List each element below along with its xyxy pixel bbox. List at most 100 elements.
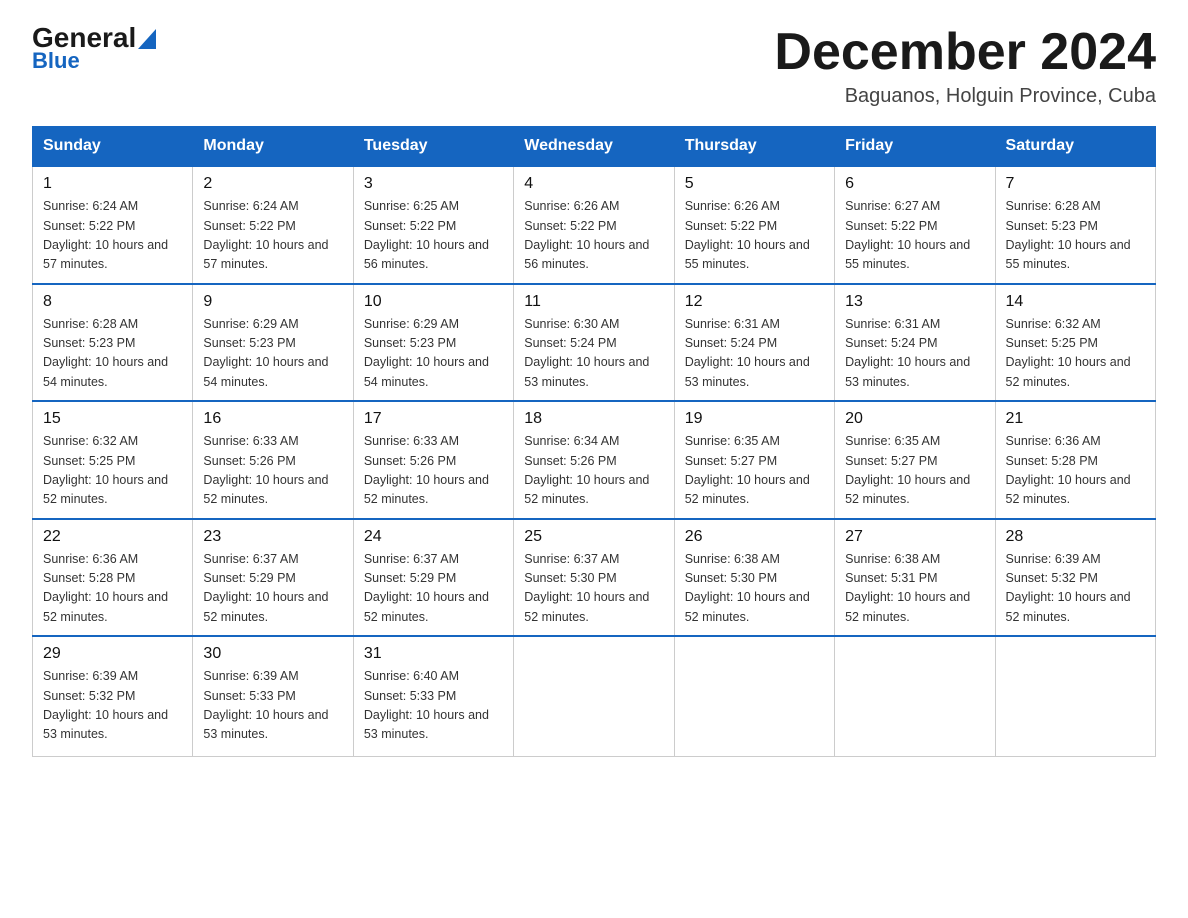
calendar-cell: 2 Sunrise: 6:24 AMSunset: 5:22 PMDaylight… (193, 166, 353, 284)
calendar-cell: 5 Sunrise: 6:26 AMSunset: 5:22 PMDaylight… (674, 166, 834, 284)
calendar-cell: 31 Sunrise: 6:40 AMSunset: 5:33 PMDayligh… (353, 636, 513, 756)
calendar-cell: 10Sunrise: 6:29 AMSunset: 5:23 PMDayligh… (353, 284, 513, 402)
calendar-cell: 25Sunrise: 6:37 AMSunset: 5:30 PMDayligh… (514, 519, 674, 637)
calendar-cell: 20 Sunrise: 6:35 AMSunset: 5:27 PMDayligh… (835, 401, 995, 519)
day-number: 24 (364, 528, 503, 546)
day-info: Sunrise: 6:39 AMSunset: 5:33 PMDaylight:… (203, 667, 342, 745)
day-info: Sunrise: 6:35 AMSunset: 5:27 PMDaylight:… (845, 432, 984, 510)
calendar-cell: 12Sunrise: 6:31 AMSunset: 5:24 PMDayligh… (674, 284, 834, 402)
logo-blue-text: Blue (32, 50, 80, 72)
day-number: 16 (203, 410, 342, 428)
calendar-cell (835, 636, 995, 756)
day-number: 31 (364, 645, 503, 663)
calendar-cell: 29Sunrise: 6:39 AMSunset: 5:32 PMDayligh… (33, 636, 193, 756)
day-number: 27 (845, 528, 984, 546)
day-info: Sunrise: 6:31 AMSunset: 5:24 PMDaylight:… (685, 315, 824, 393)
calendar-header-row: SundayMondayTuesdayWednesdayThursdayFrid… (33, 127, 1156, 167)
logo: General Blue (32, 24, 156, 72)
day-info: Sunrise: 6:38 AMSunset: 5:31 PMDaylight:… (845, 550, 984, 628)
day-number: 11 (524, 293, 663, 311)
day-number: 10 (364, 293, 503, 311)
calendar-cell: 4Sunrise: 6:26 AMSunset: 5:22 PMDaylight… (514, 166, 674, 284)
day-number: 2 (203, 175, 342, 193)
day-number: 15 (43, 410, 182, 428)
day-number: 14 (1006, 293, 1145, 311)
calendar-cell (514, 636, 674, 756)
day-info: Sunrise: 6:36 AMSunset: 5:28 PMDaylight:… (1006, 432, 1145, 510)
day-info: Sunrise: 6:39 AMSunset: 5:32 PMDaylight:… (1006, 550, 1145, 628)
day-info: Sunrise: 6:40 AMSunset: 5:33 PMDaylight:… (364, 667, 503, 745)
day-number: 28 (1006, 528, 1145, 546)
calendar-cell: 15 Sunrise: 6:32 AMSunset: 5:25 PMDayligh… (33, 401, 193, 519)
month-title: December 2024 (774, 24, 1156, 81)
day-info: Sunrise: 6:24 AMSunset: 5:22 PMDaylight:… (203, 197, 342, 275)
calendar-cell: 24 Sunrise: 6:37 AMSunset: 5:29 PMDayligh… (353, 519, 513, 637)
day-number: 30 (203, 645, 342, 663)
day-number: 19 (685, 410, 824, 428)
calendar-cell: 13Sunrise: 6:31 AMSunset: 5:24 PMDayligh… (835, 284, 995, 402)
calendar-cell: 22Sunrise: 6:36 AMSunset: 5:28 PMDayligh… (33, 519, 193, 637)
week-row-4: 22Sunrise: 6:36 AMSunset: 5:28 PMDayligh… (33, 519, 1156, 637)
week-row-2: 8Sunrise: 6:28 AMSunset: 5:23 PMDaylight… (33, 284, 1156, 402)
title-area: December 2024 Baguanos, Holguin Province… (774, 24, 1156, 108)
col-header-friday: Friday (835, 127, 995, 167)
day-number: 23 (203, 528, 342, 546)
day-info: Sunrise: 6:27 AMSunset: 5:22 PMDaylight:… (845, 197, 984, 275)
calendar-table: SundayMondayTuesdayWednesdayThursdayFrid… (32, 126, 1156, 757)
day-info: Sunrise: 6:24 AMSunset: 5:22 PMDaylight:… (43, 197, 182, 275)
col-header-monday: Monday (193, 127, 353, 167)
calendar-cell: 21 Sunrise: 6:36 AMSunset: 5:28 PMDayligh… (995, 401, 1155, 519)
day-number: 7 (1006, 175, 1145, 193)
day-number: 9 (203, 293, 342, 311)
col-header-tuesday: Tuesday (353, 127, 513, 167)
day-number: 3 (364, 175, 503, 193)
day-number: 26 (685, 528, 824, 546)
calendar-cell: 1 Sunrise: 6:24 AMSunset: 5:22 PMDaylight… (33, 166, 193, 284)
calendar-cell: 16 Sunrise: 6:33 AMSunset: 5:26 PMDayligh… (193, 401, 353, 519)
day-info: Sunrise: 6:32 AMSunset: 5:25 PMDaylight:… (1006, 315, 1145, 393)
day-number: 6 (845, 175, 984, 193)
calendar-cell: 7 Sunrise: 6:28 AMSunset: 5:23 PMDaylight… (995, 166, 1155, 284)
day-number: 5 (685, 175, 824, 193)
day-number: 29 (43, 645, 182, 663)
week-row-1: 1 Sunrise: 6:24 AMSunset: 5:22 PMDaylight… (33, 166, 1156, 284)
day-info: Sunrise: 6:29 AMSunset: 5:23 PMDaylight:… (203, 315, 342, 393)
week-row-3: 15 Sunrise: 6:32 AMSunset: 5:25 PMDayligh… (33, 401, 1156, 519)
calendar-cell (995, 636, 1155, 756)
col-header-wednesday: Wednesday (514, 127, 674, 167)
calendar-cell: 27 Sunrise: 6:38 AMSunset: 5:31 PMDayligh… (835, 519, 995, 637)
day-number: 1 (43, 175, 182, 193)
day-info: Sunrise: 6:33 AMSunset: 5:26 PMDaylight:… (364, 432, 503, 510)
page-header: General Blue December 2024 Baguanos, Hol… (32, 24, 1156, 108)
day-info: Sunrise: 6:30 AMSunset: 5:24 PMDaylight:… (524, 315, 663, 393)
day-info: Sunrise: 6:25 AMSunset: 5:22 PMDaylight:… (364, 197, 503, 275)
calendar-cell: 11 Sunrise: 6:30 AMSunset: 5:24 PMDayligh… (514, 284, 674, 402)
col-header-sunday: Sunday (33, 127, 193, 167)
calendar-cell: 30 Sunrise: 6:39 AMSunset: 5:33 PMDayligh… (193, 636, 353, 756)
calendar-cell: 6 Sunrise: 6:27 AMSunset: 5:22 PMDaylight… (835, 166, 995, 284)
day-number: 17 (364, 410, 503, 428)
day-info: Sunrise: 6:36 AMSunset: 5:28 PMDaylight:… (43, 550, 182, 628)
day-info: Sunrise: 6:34 AMSunset: 5:26 PMDaylight:… (524, 432, 663, 510)
day-info: Sunrise: 6:37 AMSunset: 5:29 PMDaylight:… (364, 550, 503, 628)
day-number: 18 (524, 410, 663, 428)
day-number: 13 (845, 293, 984, 311)
day-info: Sunrise: 6:38 AMSunset: 5:30 PMDaylight:… (685, 550, 824, 628)
day-info: Sunrise: 6:33 AMSunset: 5:26 PMDaylight:… (203, 432, 342, 510)
day-info: Sunrise: 6:32 AMSunset: 5:25 PMDaylight:… (43, 432, 182, 510)
day-info: Sunrise: 6:35 AMSunset: 5:27 PMDaylight:… (685, 432, 824, 510)
day-number: 21 (1006, 410, 1145, 428)
calendar-cell: 28 Sunrise: 6:39 AMSunset: 5:32 PMDayligh… (995, 519, 1155, 637)
calendar-cell: 8Sunrise: 6:28 AMSunset: 5:23 PMDaylight… (33, 284, 193, 402)
col-header-saturday: Saturday (995, 127, 1155, 167)
day-info: Sunrise: 6:37 AMSunset: 5:29 PMDaylight:… (203, 550, 342, 628)
day-info: Sunrise: 6:28 AMSunset: 5:23 PMDaylight:… (1006, 197, 1145, 275)
calendar-cell: 19 Sunrise: 6:35 AMSunset: 5:27 PMDayligh… (674, 401, 834, 519)
calendar-cell: 26 Sunrise: 6:38 AMSunset: 5:30 PMDayligh… (674, 519, 834, 637)
calendar-cell: 18 Sunrise: 6:34 AMSunset: 5:26 PMDayligh… (514, 401, 674, 519)
col-header-thursday: Thursday (674, 127, 834, 167)
day-number: 20 (845, 410, 984, 428)
calendar-cell: 9 Sunrise: 6:29 AMSunset: 5:23 PMDaylight… (193, 284, 353, 402)
day-info: Sunrise: 6:26 AMSunset: 5:22 PMDaylight:… (685, 197, 824, 275)
calendar-cell: 23 Sunrise: 6:37 AMSunset: 5:29 PMDayligh… (193, 519, 353, 637)
